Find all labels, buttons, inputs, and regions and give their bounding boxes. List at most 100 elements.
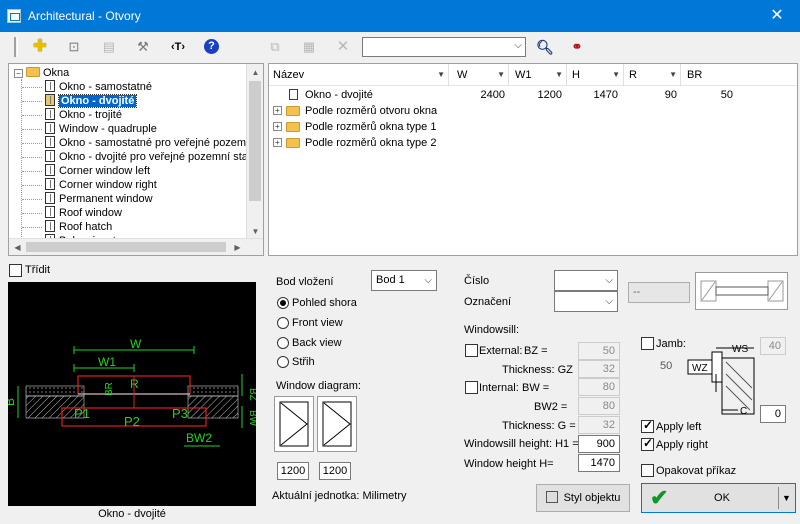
column-header-h[interactable]: H ▼ [568,64,624,86]
window-height-field[interactable]: 1470 [578,454,620,472]
windowsill-height-field[interactable]: 900 [578,435,620,453]
number-label: Číslo [464,275,490,287]
group-row[interactable]: + Podle rozměrů okna type 1 [269,119,797,135]
scroll-left-icon[interactable]: ◀ [9,239,26,255]
tree-item[interactable]: Okno - samostatné [22,80,152,94]
dimension-icon[interactable]: ⊡ [65,38,83,56]
scroll-up-icon[interactable]: ▲ [247,64,263,81]
window-item-icon [45,150,55,162]
tree-item[interactable]: Permanent window [22,192,153,206]
column-header-w[interactable]: W ▼ [453,64,509,86]
text-tag-icon[interactable]: ‹T› [167,38,189,56]
list-icon[interactable]: ▤ [100,38,118,56]
sash-right-width[interactable]: 1200 [319,462,351,480]
chevron-down-icon[interactable]: ⌵ [605,271,613,290]
chevron-down-icon[interactable]: ⌵ [424,271,432,290]
category-tree[interactable]: − Okna Okno - samostatné Okno - dvojité Okn… [8,63,264,256]
tree-item[interactable]: Corner window left [22,164,150,178]
close-button[interactable]: ✕ [754,0,800,32]
expand-icon[interactable]: + [273,106,282,115]
toolbar: ✚ ⊡ ▤ ⚒ ‹T› ? ⧉ ▦ ✕ ⌵ 🔍︎ ⚭ [0,32,800,62]
internal-checkbox[interactable] [465,381,478,394]
binoculars-icon[interactable]: ⚭ [568,38,586,56]
tree-item[interactable]: Okno - dvojité [22,94,138,108]
number-combo[interactable]: ⌵ [554,270,618,291]
delete-icon[interactable]: ✕ [334,38,352,56]
grid-cell-w1: 1200 [537,89,562,101]
sort-checkbox[interactable] [9,264,22,277]
bw-field[interactable]: 80 [578,378,620,396]
chevron-down-icon[interactable]: ⌵ [514,40,522,51]
table-row[interactable]: Okno - dvojité 2400 1200 1470 90 50 [269,87,797,103]
app-icon [7,9,21,23]
bw2-field[interactable]: 80 [578,397,620,415]
scroll-thumb[interactable] [249,81,261,201]
tree-item[interactable]: Okno - trojité [22,108,122,122]
search-combo[interactable]: ⌵ [362,37,526,57]
view-section-radio[interactable] [277,356,289,368]
opening-grid[interactable]: Název ▼ W ▼ W1 ▼ H ▼ R ▼ BR Okno - dvojité 24… [268,63,798,256]
view-front-radio[interactable] [277,317,289,329]
jamb-checkbox[interactable] [641,337,654,350]
group-label: Podle rozměrů okna type 2 [305,137,437,149]
view-top-radio[interactable] [277,297,289,309]
tree-item[interactable]: Okno - dvojité pro veřejné pozemní stavb… [22,150,263,164]
group-label: Podle rozměrů otvoru okna [305,105,438,117]
chevron-down-icon[interactable]: ▼ [497,64,505,86]
preview-caption: Okno - dvojité [98,508,166,520]
group-row[interactable]: + Podle rozměrů otvoru okna [269,103,797,119]
ok-button[interactable]: ✔ OK ▼ [641,483,796,513]
scroll-right-icon[interactable]: ▶ [229,239,246,255]
tree-item[interactable]: Corner window right [22,178,157,192]
jamb-c-field[interactable]: 0 [760,405,786,423]
jamb-ws-field[interactable]: 40 [760,337,786,355]
search-icon[interactable]: 🔍︎ [536,38,554,56]
tree-horizontal-scrollbar[interactable]: ◀ ▶ [9,238,263,255]
apply-right-checkbox[interactable] [641,436,654,451]
tree-item[interactable]: Okno - samostatné pro veřejné pozemní st… [22,136,263,150]
chevron-down-icon[interactable]: ▼ [555,64,563,86]
sash-left-width[interactable]: 1200 [277,462,309,480]
copy-icon[interactable]: ⧉ [266,38,284,56]
column-header-name[interactable]: Název ▼ [269,64,449,86]
view-back-radio[interactable] [277,337,289,349]
chevron-down-icon[interactable]: ▼ [612,64,620,86]
repeat-command-checkbox[interactable] [641,464,654,477]
thickness-g-field[interactable]: 32 [578,416,620,434]
tree-guide [22,185,42,186]
thickness-gz-field[interactable]: 32 [578,360,620,378]
sash-left-diagram[interactable] [274,396,314,452]
chevron-down-icon[interactable]: ⌵ [605,292,613,311]
apply-left-checkbox[interactable] [641,418,654,433]
collapse-icon[interactable]: − [14,69,23,78]
chevron-down-icon[interactable]: ▼ [437,64,445,86]
object-style-button[interactable]: Styl objektu [536,484,630,512]
tree-item[interactable]: Roof hatch [22,220,112,234]
preview-canvas: W W1 R BR BZ B BW P1 P2 P3 BW2 [8,282,256,506]
expand-icon[interactable]: + [273,138,282,147]
expand-icon[interactable]: + [273,122,282,131]
tree-vertical-scrollbar[interactable]: ▲ ▼ [246,64,263,240]
column-header-label: R [629,69,637,81]
add-icon[interactable]: ✚ [31,38,49,56]
external-checkbox[interactable] [465,344,478,357]
column-header-w1[interactable]: W1 ▼ [511,64,567,86]
folder-icon [286,106,300,116]
chevron-down-icon[interactable]: ▼ [782,484,791,512]
scroll-thumb[interactable] [26,242,226,252]
chevron-down-icon[interactable]: ▼ [669,64,677,86]
mark-combo[interactable]: ⌵ [554,291,618,312]
tools-icon[interactable]: ⚒ [134,38,152,56]
insertion-point-combo[interactable]: Bod 1 ⌵ [371,270,437,291]
style-preview-combo[interactable]: -- [628,282,690,303]
group-row[interactable]: + Podle rozměrů okna type 2 [269,135,797,151]
tree-item[interactable]: Window - quadruple [22,122,157,136]
sash-right-diagram[interactable] [317,396,357,452]
column-header-br[interactable]: BR [683,64,797,86]
bz-field[interactable]: 50 [578,342,620,360]
tree-root[interactable]: − Okna [14,66,69,80]
help-icon[interactable]: ? [204,39,219,54]
tree-item[interactable]: Roof window [22,206,122,220]
column-header-r[interactable]: R ▼ [625,64,681,86]
table-icon[interactable]: ▦ [300,38,318,56]
